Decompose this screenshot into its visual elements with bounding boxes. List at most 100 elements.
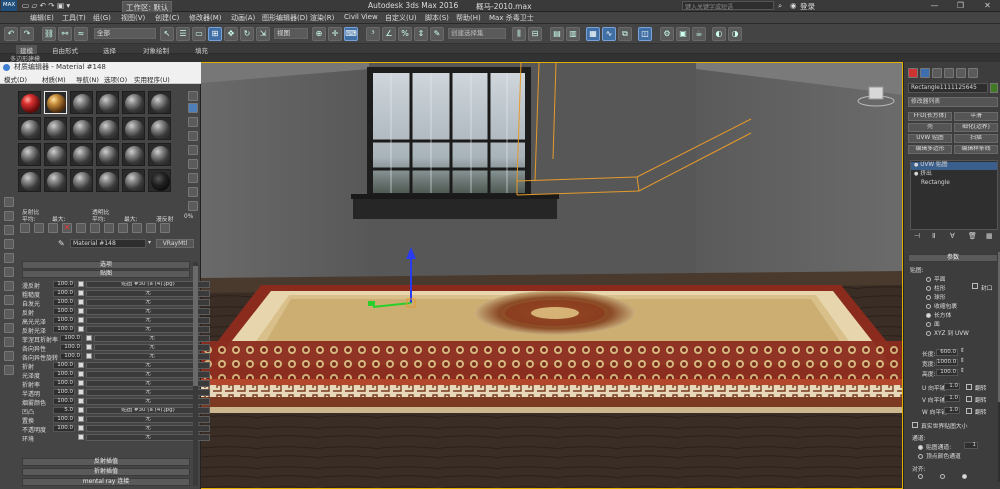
menu-group[interactable]: 组(G) bbox=[93, 13, 111, 23]
sample-slot[interactable] bbox=[18, 91, 41, 114]
sample-slot[interactable] bbox=[122, 91, 145, 114]
menu-views[interactable]: 视图(V) bbox=[121, 13, 145, 23]
mapping-cylindrical-radio[interactable]: 柱形 bbox=[926, 283, 946, 292]
unlink-icon[interactable]: ⚯ bbox=[58, 27, 72, 41]
map-slot-button[interactable]: 无 bbox=[86, 326, 210, 333]
scrollbar-thumb[interactable] bbox=[193, 266, 198, 386]
mapping-planar-radio[interactable]: 平面 bbox=[926, 274, 946, 283]
map-enabled-checkbox[interactable] bbox=[78, 380, 84, 386]
map-amount-field[interactable]: 100.0 bbox=[53, 326, 75, 333]
make-unique-icon[interactable]: ∀ bbox=[950, 232, 955, 240]
tool-icon[interactable] bbox=[4, 225, 14, 235]
rectangle-selection-icon[interactable]: ▭ bbox=[192, 27, 206, 41]
select-by-material-icon[interactable] bbox=[188, 187, 198, 197]
material-name-field[interactable]: Material #148 bbox=[70, 239, 146, 248]
sample-slot[interactable] bbox=[70, 143, 93, 166]
put-to-library-icon[interactable] bbox=[90, 223, 100, 233]
create-tab-icon[interactable] bbox=[908, 68, 918, 78]
sample-slot[interactable] bbox=[70, 169, 93, 192]
sample-slot[interactable] bbox=[148, 143, 171, 166]
map-channel-radio[interactable]: 贴图通道: bbox=[918, 442, 951, 451]
v-tile-field[interactable]: 1.0 bbox=[944, 395, 960, 402]
sample-slot[interactable] bbox=[148, 91, 171, 114]
material-type-button[interactable]: VRayMtl bbox=[156, 239, 194, 248]
map-amount-field[interactable]: 100.0 bbox=[60, 335, 82, 342]
map-amount-field[interactable]: 100.0 bbox=[53, 290, 75, 297]
map-amount-field[interactable]: 100.0 bbox=[53, 308, 75, 315]
map-slot-button[interactable]: 无 bbox=[86, 371, 210, 378]
material-editor-scrollbar[interactable] bbox=[193, 262, 198, 486]
rendered-frame-window-icon[interactable]: ▣ bbox=[676, 27, 690, 41]
map-enabled-checkbox[interactable] bbox=[86, 335, 92, 341]
smooth-button[interactable]: 平滑 bbox=[954, 112, 998, 121]
map-amount-field[interactable]: 100.0 bbox=[53, 398, 75, 405]
map-enabled-checkbox[interactable] bbox=[78, 389, 84, 395]
material-map-navigator-icon[interactable] bbox=[188, 201, 198, 211]
display-tab-icon[interactable] bbox=[956, 68, 966, 78]
utilities-tab-icon[interactable] bbox=[968, 68, 978, 78]
sample-slot[interactable] bbox=[148, 169, 171, 192]
sample-type-icon[interactable] bbox=[188, 91, 198, 101]
map-enabled-checkbox[interactable] bbox=[78, 434, 84, 440]
edit-poly-button[interactable]: 编辑多边形 bbox=[908, 145, 952, 154]
map-amount-field[interactable]: 100.0 bbox=[53, 425, 75, 432]
reference-coord-dropdown[interactable]: 视图 bbox=[274, 28, 308, 39]
map-slot-button[interactable]: 无 bbox=[86, 317, 210, 324]
align-axis-x[interactable] bbox=[918, 474, 926, 481]
align-axis-y[interactable] bbox=[940, 474, 948, 481]
redo-icon[interactable]: ↷ bbox=[20, 27, 34, 41]
sample-slot[interactable] bbox=[70, 91, 93, 114]
sample-slot[interactable] bbox=[96, 91, 119, 114]
align-icon[interactable]: ⊟ bbox=[528, 27, 542, 41]
sample-slot[interactable] bbox=[122, 117, 145, 140]
map-enabled-checkbox[interactable] bbox=[78, 416, 84, 422]
scene-explorer-icon[interactable]: ▥ bbox=[566, 27, 580, 41]
make-preview-icon[interactable] bbox=[188, 159, 198, 169]
object-color-swatch[interactable] bbox=[990, 83, 998, 93]
sample-slot[interactable] bbox=[44, 169, 67, 192]
sample-slot-selected[interactable] bbox=[44, 91, 67, 114]
sample-uv-tiling-icon[interactable] bbox=[188, 131, 198, 141]
u-tile-field[interactable]: 1.0 bbox=[944, 383, 960, 390]
get-material-icon[interactable] bbox=[20, 223, 30, 233]
sample-slot[interactable] bbox=[18, 143, 41, 166]
map-enabled-checkbox[interactable] bbox=[78, 371, 84, 377]
show-end-result-icon[interactable]: Ⅱ bbox=[932, 232, 935, 240]
bulb-icon[interactable]: ● bbox=[914, 162, 918, 168]
menu-edit[interactable]: 编辑(E) bbox=[30, 13, 54, 23]
render-activeshade-icon[interactable]: ◑ bbox=[728, 27, 742, 41]
go-forward-to-sibling-icon[interactable] bbox=[160, 223, 170, 233]
search-field[interactable]: 键入关键字或短语 bbox=[682, 1, 774, 11]
width-field[interactable]: 1000.0 bbox=[936, 359, 958, 366]
map-slot-button[interactable]: 无 bbox=[86, 362, 210, 369]
minimize-button[interactable]: — bbox=[930, 1, 939, 10]
maps-rollout[interactable]: 贴图 bbox=[22, 270, 190, 278]
sample-slot[interactable] bbox=[96, 169, 119, 192]
mapping-face-radio[interactable]: 面 bbox=[926, 319, 940, 328]
tool-icon[interactable] bbox=[4, 295, 14, 305]
scale-icon[interactable]: ⇲ bbox=[256, 27, 270, 41]
map-slot-button[interactable]: 无 bbox=[86, 299, 210, 306]
v-flip-checkbox[interactable] bbox=[966, 396, 972, 402]
w-flip-checkbox[interactable] bbox=[966, 408, 972, 414]
tool-icon[interactable] bbox=[4, 197, 14, 207]
tool-icon[interactable] bbox=[4, 211, 14, 221]
map-amount-field[interactable]: 100.0 bbox=[53, 371, 75, 378]
real-world-checkbox[interactable] bbox=[912, 422, 918, 428]
pivot-center-icon[interactable]: ⊕ bbox=[312, 27, 326, 41]
map-enabled-checkbox[interactable] bbox=[86, 353, 92, 359]
edit-spline-button[interactable]: 编辑样条线 bbox=[954, 145, 998, 154]
menu-scripting[interactable]: 脚本(S) bbox=[425, 13, 449, 23]
options-rollout[interactable]: 选项 bbox=[22, 261, 190, 269]
menu-create[interactable]: 创建(C) bbox=[155, 13, 179, 23]
percent-snap-icon[interactable]: % bbox=[398, 27, 412, 41]
material-editor-titlebar[interactable]: 材质编辑器 - Material #148 bbox=[0, 62, 201, 73]
quick-access-toolbar[interactable]: ▭ ▱ ↶ ↷ ▣ ▾ bbox=[22, 1, 70, 10]
menu-animation[interactable]: 动画(A) bbox=[231, 13, 255, 23]
mapping-box-radio[interactable]: 长方体 bbox=[926, 310, 951, 319]
close-button[interactable]: ✕ bbox=[983, 1, 992, 10]
show-end-result-icon[interactable] bbox=[132, 223, 142, 233]
sample-slot[interactable] bbox=[44, 143, 67, 166]
pin-stack-icon[interactable]: ⊣ bbox=[914, 232, 920, 240]
map-enabled-checkbox[interactable] bbox=[78, 362, 84, 368]
